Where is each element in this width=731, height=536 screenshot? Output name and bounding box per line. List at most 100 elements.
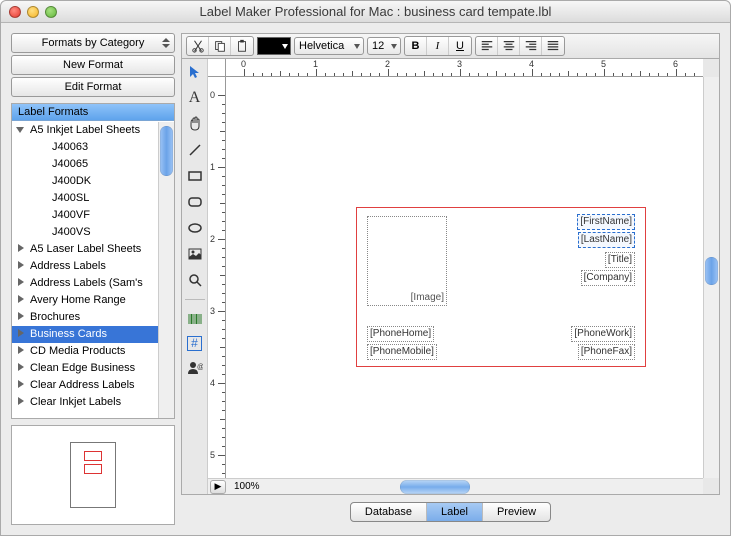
scrollbar-thumb[interactable] — [160, 126, 173, 176]
magnify-tool[interactable] — [186, 271, 204, 289]
cut-button[interactable] — [187, 37, 209, 55]
tree-item-label: J40065 — [52, 158, 88, 170]
label-card[interactable]: [Image] [PhoneHome] [PhoneMobile] [FirstNa… — [356, 207, 646, 367]
merge-field[interactable]: [PhoneWork] — [571, 326, 635, 342]
line-tool[interactable] — [186, 141, 204, 159]
tree-item[interactable]: CD Media Products — [12, 343, 158, 360]
tree-item-label: J400VF — [52, 209, 90, 221]
tree-item[interactable]: Brochures — [12, 309, 158, 326]
tree-item-label: A5 Laser Label Sheets — [30, 243, 141, 255]
contact-tool[interactable]: @ — [186, 359, 204, 377]
merge-field[interactable]: [LastName] — [578, 232, 635, 248]
tree-item[interactable]: J400SL — [12, 190, 158, 207]
tree-item-label: Clear Address Labels — [30, 379, 135, 391]
format-preview — [11, 425, 175, 525]
tab-label[interactable]: Label — [427, 503, 483, 521]
svg-text:@: @ — [197, 364, 203, 371]
font-select[interactable]: Helvetica — [294, 37, 364, 55]
tool-strip: A # @ — [182, 59, 208, 494]
tree-item[interactable]: Avery Home Range — [12, 292, 158, 309]
tree-item[interactable]: Address Labels (Sam's — [12, 275, 158, 292]
bold-button[interactable]: B — [405, 37, 427, 55]
tree-header: Label Formats — [12, 104, 174, 121]
zoom-icon[interactable] — [45, 6, 57, 18]
tree-item[interactable]: J400VF — [12, 207, 158, 224]
formats-by-category-dropdown[interactable]: Formats by Category — [11, 33, 175, 53]
titlebar: Label Maker Professional for Mac : busin… — [1, 1, 730, 23]
vscroll-thumb[interactable] — [705, 257, 718, 285]
merge-field[interactable]: [Company] — [581, 270, 635, 286]
close-icon[interactable] — [9, 6, 21, 18]
align-group — [475, 36, 565, 56]
tree-item-label: J400SL — [52, 192, 89, 204]
tree-item-label: J400DK — [52, 175, 91, 187]
italic-button[interactable]: I — [427, 37, 449, 55]
tree-item-label: A5 Inkjet Label Sheets — [30, 124, 140, 136]
tree-item[interactable]: J400VS — [12, 224, 158, 241]
merge-field[interactable]: [Title] — [605, 252, 635, 268]
tree-item[interactable]: Clear Address Labels — [12, 377, 158, 394]
ruler-horizontal: 0123456 — [226, 59, 703, 77]
edit-format-button[interactable]: Edit Format — [11, 77, 175, 97]
tree-item[interactable]: Address Labels — [12, 258, 158, 275]
minimize-icon[interactable] — [27, 6, 39, 18]
merge-field[interactable]: [PhoneMobile] — [367, 344, 437, 360]
tree-item-label: Clean Edge Business — [30, 362, 135, 374]
tree-item[interactable]: A5 Inkjet Label Sheets — [12, 122, 158, 139]
tree-item[interactable]: Business Cards — [12, 326, 158, 343]
style-group: B I U — [404, 36, 472, 56]
tree-item[interactable]: J40063 — [12, 139, 158, 156]
image-placeholder[interactable]: [Image] — [367, 216, 447, 306]
preview-thumbnail — [70, 442, 116, 508]
align-center-button[interactable] — [498, 37, 520, 55]
hscroll-thumb[interactable] — [400, 480, 470, 494]
canvas[interactable]: [Image] [PhoneHome] [PhoneMobile] [FirstNa… — [226, 77, 703, 478]
align-left-button[interactable] — [476, 37, 498, 55]
copy-button[interactable] — [209, 37, 231, 55]
roundrect-tool[interactable] — [186, 193, 204, 211]
canvas-hscroll[interactable]: ▶ 100% — [208, 478, 703, 494]
image-tool[interactable] — [186, 245, 204, 263]
tab-database[interactable]: Database — [351, 503, 427, 521]
tree-item-label: J400VS — [52, 226, 91, 238]
tab-preview[interactable]: Preview — [483, 503, 550, 521]
tree-item[interactable]: J400DK — [12, 173, 158, 190]
hand-tool[interactable] — [186, 115, 204, 133]
rect-tool[interactable] — [186, 167, 204, 185]
right-panel: Helvetica 12 B I U A — [181, 33, 720, 525]
tree-scrollbar[interactable] — [158, 122, 174, 418]
tree-item-label: CD Media Products — [30, 345, 125, 357]
tree-item-label: Avery Home Range — [30, 294, 126, 306]
merge-field[interactable]: [PhoneFax] — [578, 344, 635, 360]
color-picker[interactable] — [257, 37, 291, 55]
align-justify-button[interactable] — [542, 37, 564, 55]
tree-item-label: Business Cards — [30, 328, 107, 340]
zoom-mode-button[interactable]: ▶ — [210, 480, 226, 494]
left-panel: Formats by Category New Format Edit Form… — [11, 33, 175, 525]
tree-item[interactable]: Clear Inkjet Labels — [12, 394, 158, 411]
new-format-button[interactable]: New Format — [11, 55, 175, 75]
font-size-select[interactable]: 12 — [367, 37, 401, 55]
underline-button[interactable]: U — [449, 37, 471, 55]
tree-item[interactable]: Clean Edge Business — [12, 360, 158, 377]
ruler-vertical: 012345 — [208, 77, 226, 494]
window-title: Label Maker Professional for Mac : busin… — [69, 4, 722, 19]
paste-button[interactable] — [231, 37, 253, 55]
hscroll-track[interactable] — [270, 480, 699, 494]
zoom-level: 100% — [228, 481, 266, 492]
clipboard-group — [186, 36, 254, 56]
oval-tool[interactable] — [186, 219, 204, 237]
pointer-tool[interactable] — [186, 63, 204, 81]
tree-item[interactable]: A5 Laser Label Sheets — [12, 241, 158, 258]
align-right-button[interactable] — [520, 37, 542, 55]
tree-item-label: Clear Inkjet Labels — [30, 396, 121, 408]
barcode-tool[interactable] — [186, 310, 204, 328]
tree-item-label: Address Labels — [30, 260, 106, 272]
canvas-wrap: 0123456 012345 [Image] [PhoneHome] [Phone… — [208, 59, 719, 494]
merge-field[interactable]: [PhoneHome] — [367, 326, 434, 342]
serial-tool[interactable]: # — [187, 336, 202, 351]
text-tool[interactable]: A — [186, 89, 204, 107]
merge-field[interactable]: [FirstName] — [577, 214, 635, 230]
tree-item[interactable]: J40065 — [12, 156, 158, 173]
canvas-vscroll[interactable] — [703, 77, 719, 478]
